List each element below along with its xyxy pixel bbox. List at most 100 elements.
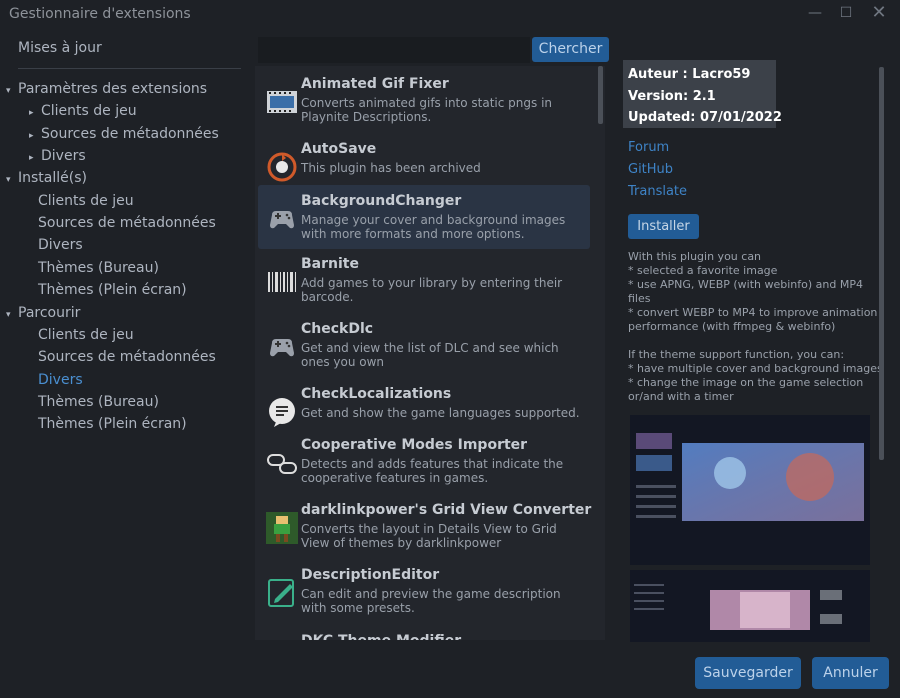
description-line	[628, 334, 878, 348]
nav-item-label: Sources de métadonnées	[41, 125, 219, 142]
nav-item[interactable]: ▸ Clients de jeu	[29, 100, 137, 122]
extension-list-item[interactable]: darklinkpower's Grid View Converter Conve…	[258, 496, 592, 560]
nav-item-label: Divers	[41, 148, 86, 165]
extension-description: This plugin has been archived	[301, 161, 481, 175]
description-line: * have multiple cover and background ima…	[628, 362, 883, 375]
extension-description: Get and view the list of DLC and see whi…	[301, 341, 559, 369]
extension-list-item[interactable]: Barnite Add games to your library by ente…	[258, 250, 590, 314]
screenshot-preview	[630, 415, 870, 565]
screenshot-preview-2	[630, 570, 870, 642]
list-scrollbar[interactable]	[598, 66, 603, 124]
search-input[interactable]	[258, 37, 530, 63]
close-icon[interactable]: ✕	[869, 2, 889, 23]
extension-meta: Auteur : Lacro59 Version: 2.1 Updated: 0…	[623, 60, 782, 128]
description-line: * change the image on the game selection	[628, 376, 864, 389]
nav-item[interactable]: ▸ Sources de métadonnées	[29, 123, 219, 145]
description-line: * use APNG, WEBP (with webinfo) and MP4	[628, 278, 863, 291]
nav-item-label: Divers	[38, 237, 83, 254]
updated-value: 07/01/2022	[700, 110, 782, 125]
extension-name: darklinkpower's Grid View Converter	[301, 502, 592, 518]
nav-item-label: Divers	[38, 371, 83, 388]
title-bar: Gestionnaire d'extensions — ☐ ✕	[0, 0, 900, 30]
nav-item-label: Parcourir	[18, 304, 81, 321]
extension-list-item[interactable]: DescriptionEditor Can edit and preview th…	[258, 561, 590, 625]
extension-list-item[interactable]: Cooperative Modes Importer Detects and ad…	[258, 431, 590, 495]
extension-description: Get and show the game languages supporte…	[301, 406, 580, 420]
extension-description: Converts the layout in Details View to G…	[301, 522, 557, 550]
extension-name: DescriptionEditor	[301, 567, 440, 583]
edit-icon	[266, 577, 298, 609]
gamepad-icon	[266, 331, 298, 363]
nav-item[interactable]: Sources de métadonnées	[38, 346, 216, 368]
extension-list-item[interactable]: DKC Theme Modifier	[258, 627, 590, 640]
cancel-button[interactable]: Annuler	[812, 657, 889, 689]
nav-item-label: Clients de jeu	[41, 103, 137, 120]
chevron-right-icon[interactable]: ▸	[29, 102, 41, 124]
extension-name: DKC Theme Modifier	[301, 633, 461, 640]
film-icon	[266, 86, 298, 118]
description-line: * selected a favorite image	[628, 264, 778, 277]
forum-link[interactable]: Forum	[628, 140, 669, 155]
nav-item[interactable]: Divers	[38, 234, 83, 256]
extension-name: Barnite	[301, 256, 359, 272]
chevron-down-icon[interactable]: ▾	[6, 304, 18, 326]
nav-item[interactable]: ▸ Divers	[29, 145, 86, 167]
nav-item[interactable]: Thèmes (Plein écran)	[38, 413, 187, 435]
extension-description: Detects and adds features that indicate …	[301, 457, 564, 485]
extension-list[interactable]: Animated Gif Fixer Converts animated gifs…	[255, 66, 605, 640]
speech-bubble-icon	[266, 396, 298, 428]
window-title: Gestionnaire d'extensions	[9, 6, 191, 22]
description-line: or/and with a timer	[628, 390, 734, 403]
nav-item[interactable]: Sources de métadonnées	[38, 212, 216, 234]
chevron-down-icon[interactable]: ▾	[6, 80, 18, 102]
nav-item[interactable]: ▾ Paramètres des extensions	[6, 78, 207, 100]
screenshot-preview-image	[630, 415, 870, 565]
chevron-right-icon[interactable]: ▸	[29, 125, 41, 147]
nav-item[interactable]: Thèmes (Bureau)	[38, 391, 159, 413]
minimize-icon[interactable]: —	[805, 5, 825, 21]
nav-item-label: Installé(s)	[18, 170, 87, 187]
screenshot-preview-2-image	[630, 570, 870, 642]
chevron-down-icon[interactable]: ▾	[6, 169, 18, 191]
nav-item-label: Paramètres des extensions	[18, 81, 208, 97]
description-line: performance (with ffmpeg & webinfo)	[628, 320, 836, 333]
translate-link[interactable]: Translate	[628, 184, 687, 199]
extension-description: Add games to your library by entering th…	[301, 276, 563, 304]
details-scrollbar[interactable]	[879, 67, 884, 460]
extension-name: BackgroundChanger	[301, 193, 462, 209]
maximize-icon[interactable]: ☐	[836, 5, 856, 21]
extension-name: Animated Gif Fixer	[301, 76, 449, 92]
extension-list-item[interactable]: CheckDlc Get and view the list of DLC and…	[258, 315, 590, 379]
description-line: files	[628, 292, 651, 305]
nav-item[interactable]: ▾ Parcourir	[6, 302, 80, 324]
nav-item[interactable]: Divers	[38, 369, 83, 391]
nav-item-label: Thèmes (Plein écran)	[38, 282, 187, 299]
extension-description: Manage your cover and background images …	[301, 213, 566, 241]
author-value: Lacro59	[692, 67, 751, 82]
nav-item[interactable]: Clients de jeu	[38, 324, 134, 346]
chevron-right-icon[interactable]: ▸	[29, 147, 41, 169]
author-label: Auteur :	[628, 67, 688, 82]
search-button[interactable]: Chercher	[532, 37, 609, 62]
nav-item-label: Sources de métadonnées	[38, 215, 216, 232]
updated-label: Updated:	[628, 110, 696, 125]
extension-list-item[interactable]: BackgroundChanger Manage your cover and b…	[258, 185, 590, 249]
nav-item[interactable]: ▾ Installé(s)	[6, 167, 87, 189]
extension-description: With this plugin you can * selected a fav…	[628, 250, 883, 404]
nav-item[interactable]: Thèmes (Plein écran)	[38, 279, 187, 301]
version-value: 2.1	[692, 89, 716, 104]
barcode-icon	[266, 266, 298, 298]
github-link[interactable]: GitHub	[628, 162, 673, 177]
description-line: If the theme support function, you can:	[628, 348, 845, 361]
extension-list-item[interactable]: Animated Gif Fixer Converts animated gifs…	[258, 70, 590, 134]
extension-name: Cooperative Modes Importer	[301, 437, 528, 453]
extension-name: CheckLocalizations	[301, 386, 452, 402]
description-line: With this plugin you can	[628, 250, 762, 263]
nav-item[interactable]: Clients de jeu	[38, 190, 134, 212]
description-line: * convert WEBP to MP4 to improve animati…	[628, 306, 878, 319]
install-button[interactable]: Installer	[628, 214, 699, 239]
nav-updates[interactable]: Mises à jour	[18, 40, 102, 56]
nav-item[interactable]: Thèmes (Bureau)	[38, 257, 159, 279]
pixel-character-icon	[266, 512, 298, 544]
save-button[interactable]: Sauvegarder	[695, 657, 801, 689]
